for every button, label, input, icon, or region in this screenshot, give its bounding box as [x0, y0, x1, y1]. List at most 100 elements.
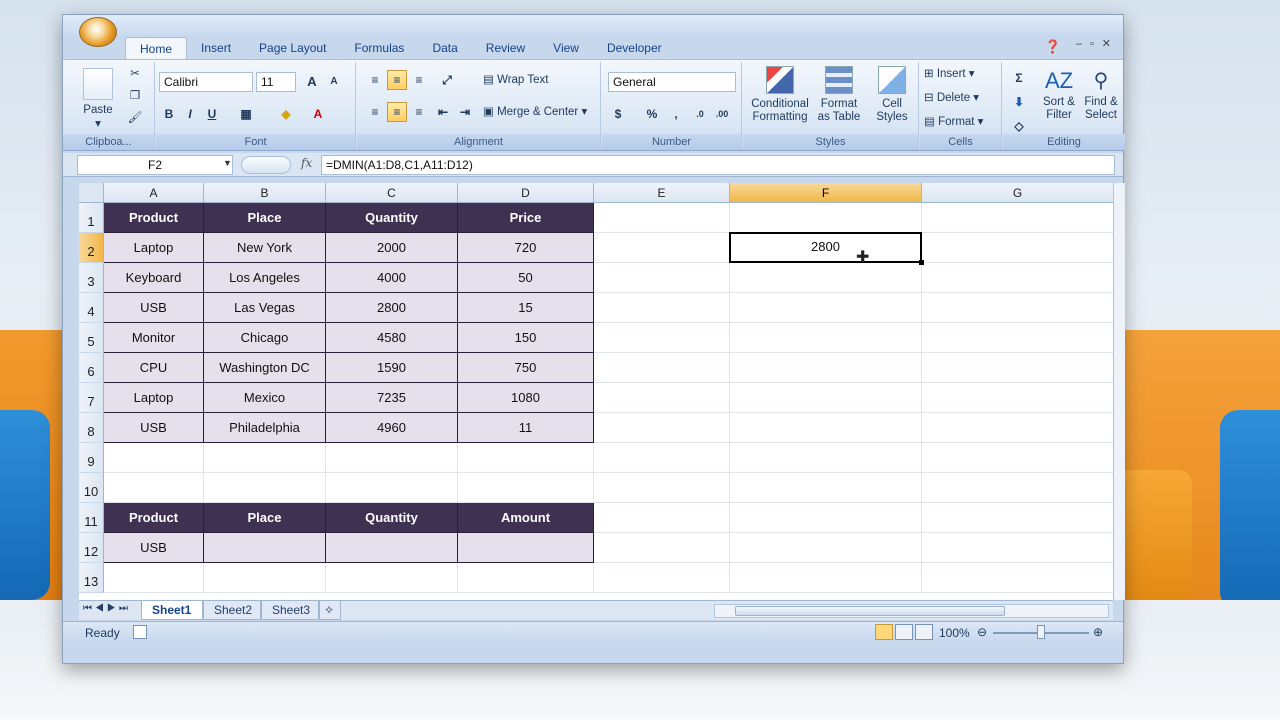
- row-header-6[interactable]: 6: [79, 353, 104, 383]
- row-header-4[interactable]: 4: [79, 293, 104, 323]
- table-cell[interactable]: Philadelphia: [204, 413, 326, 443]
- borders-icon[interactable]: ▦: [236, 104, 256, 124]
- table-cell[interactable]: [326, 533, 458, 563]
- font-color-icon[interactable]: A: [308, 104, 328, 124]
- cell[interactable]: [730, 323, 922, 353]
- decrease-decimal-button[interactable]: .00: [712, 104, 732, 124]
- table-cell[interactable]: 150: [458, 323, 594, 353]
- align-center-icon[interactable]: ≡: [387, 102, 407, 122]
- select-all-corner[interactable]: [79, 183, 104, 203]
- cell[interactable]: [922, 263, 1113, 293]
- cell[interactable]: [922, 473, 1113, 503]
- column-header-f[interactable]: F: [730, 183, 922, 203]
- copy-icon[interactable]: ❐: [127, 90, 143, 103]
- fill-handle[interactable]: [919, 260, 924, 265]
- cell[interactable]: [594, 533, 730, 563]
- table-cell[interactable]: 4580: [326, 323, 458, 353]
- cell[interactable]: [104, 443, 204, 473]
- tab-data[interactable]: Data: [418, 37, 471, 59]
- cell[interactable]: [922, 203, 1113, 233]
- cell[interactable]: [922, 353, 1113, 383]
- wrap-text-button[interactable]: ▤ Wrap Text: [483, 74, 593, 87]
- sheet-navigation-arrows[interactable]: ⏮◀▶⏭: [83, 603, 131, 614]
- cell[interactable]: [594, 233, 730, 263]
- table-cell[interactable]: Chicago: [204, 323, 326, 353]
- table-header-cell[interactable]: Quantity: [326, 203, 458, 233]
- find-select-button[interactable]: ⚲ Find & Select: [1081, 66, 1121, 122]
- cell-styles-button[interactable]: Cell Styles: [867, 66, 917, 124]
- row-header-11[interactable]: 11: [79, 503, 104, 533]
- worksheet-grid[interactable]: A B C D E F G 1 2 3 4 5 6 7 8 9 10 11 12 13 Product Place Quan…: [79, 183, 1113, 600]
- page-break-view-icon[interactable]: [915, 624, 933, 640]
- currency-button[interactable]: $: [608, 104, 628, 124]
- cell[interactable]: [594, 563, 730, 593]
- table-cell[interactable]: 11: [458, 413, 594, 443]
- active-cell[interactable]: 2800: [729, 232, 922, 263]
- cell[interactable]: [922, 503, 1113, 533]
- cell[interactable]: [730, 383, 922, 413]
- table-header-cell[interactable]: Product: [104, 503, 204, 533]
- tab-insert[interactable]: Insert: [187, 37, 245, 59]
- column-header-g[interactable]: G: [922, 183, 1113, 203]
- cell[interactable]: [594, 383, 730, 413]
- cell[interactable]: [922, 563, 1113, 593]
- number-format-select[interactable]: General: [608, 72, 736, 92]
- tab-developer[interactable]: Developer: [593, 37, 676, 59]
- cell[interactable]: [204, 443, 326, 473]
- zoom-out-icon[interactable]: ⊖: [977, 625, 987, 639]
- row-header-10[interactable]: 10: [79, 473, 104, 503]
- row-header-1[interactable]: 1: [79, 203, 104, 233]
- table-cell[interactable]: 4960: [326, 413, 458, 443]
- cell[interactable]: [104, 473, 204, 503]
- cell[interactable]: [922, 533, 1113, 563]
- table-cell[interactable]: [204, 533, 326, 563]
- cell[interactable]: [922, 323, 1113, 353]
- column-header-c[interactable]: C: [326, 183, 458, 203]
- office-button[interactable]: [79, 17, 117, 47]
- column-header-e[interactable]: E: [594, 183, 730, 203]
- table-cell[interactable]: 1590: [326, 353, 458, 383]
- zoom-in-icon[interactable]: ⊕: [1093, 625, 1103, 639]
- table-cell[interactable]: 2800: [326, 293, 458, 323]
- align-middle-icon[interactable]: ≡: [387, 70, 407, 90]
- cell[interactable]: [922, 293, 1113, 323]
- sheet-tab-sheet1[interactable]: Sheet1: [141, 601, 203, 620]
- table-cell[interactable]: USB: [104, 533, 204, 563]
- table-cell[interactable]: CPU: [104, 353, 204, 383]
- sheet-tab-sheet3[interactable]: Sheet3: [261, 601, 319, 620]
- help-icon[interactable]: ❓: [1045, 39, 1061, 55]
- paste-button[interactable]: Paste: [77, 104, 119, 117]
- cell[interactable]: [730, 353, 922, 383]
- table-header-cell[interactable]: Place: [204, 503, 326, 533]
- row-header-12[interactable]: 12: [79, 533, 104, 563]
- fill-icon[interactable]: ⬇: [1009, 92, 1029, 112]
- align-top-icon[interactable]: ≡: [365, 70, 385, 90]
- table-cell[interactable]: 4000: [326, 263, 458, 293]
- format-cells-button[interactable]: ▤ Format ▾: [924, 116, 998, 129]
- tab-formulas[interactable]: Formulas: [340, 37, 418, 59]
- page-layout-view-icon[interactable]: [895, 624, 913, 640]
- paste-dropdown-icon[interactable]: ▾: [77, 118, 119, 131]
- align-left-icon[interactable]: ≡: [365, 102, 385, 122]
- cell[interactable]: [326, 443, 458, 473]
- grow-font-button[interactable]: A: [302, 72, 322, 92]
- cell[interactable]: [730, 533, 922, 563]
- cell[interactable]: [458, 473, 594, 503]
- horizontal-scrollbar[interactable]: [714, 604, 1109, 618]
- formula-input[interactable]: =DMIN(A1:D8,C1,A11:D12): [321, 155, 1115, 175]
- table-cell[interactable]: New York: [204, 233, 326, 263]
- name-box[interactable]: F2: [77, 155, 233, 175]
- tab-home[interactable]: Home: [125, 37, 188, 59]
- font-size-input[interactable]: 11: [256, 72, 296, 92]
- table-header-cell[interactable]: Amount: [458, 503, 594, 533]
- row-header-5[interactable]: 5: [79, 323, 104, 353]
- table-cell[interactable]: 1080: [458, 383, 594, 413]
- percent-button[interactable]: %: [642, 104, 662, 124]
- cut-icon[interactable]: ✂: [127, 68, 143, 81]
- horizontal-scroll-thumb[interactable]: [735, 606, 1005, 616]
- cell[interactable]: [594, 503, 730, 533]
- font-name-input[interactable]: Calibri: [159, 72, 253, 92]
- zoom-level[interactable]: 100%: [939, 626, 970, 640]
- cell[interactable]: [730, 293, 922, 323]
- decrease-indent-icon[interactable]: ⇤: [433, 102, 453, 122]
